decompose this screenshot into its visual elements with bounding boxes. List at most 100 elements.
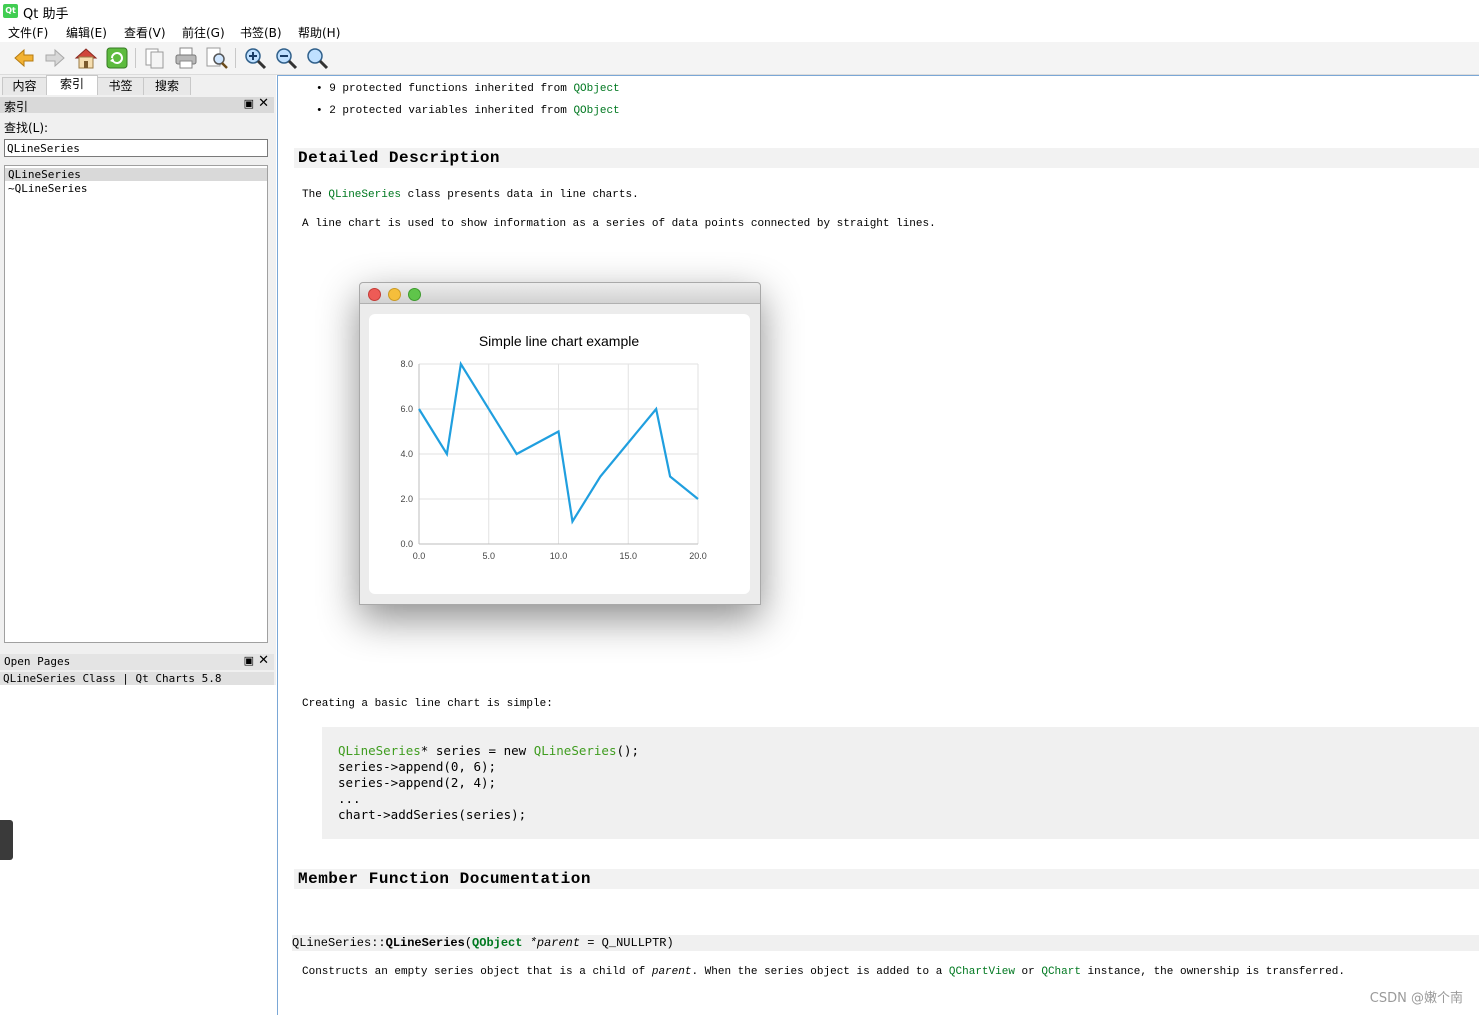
watermark: CSDN @嫩个南 [1370,987,1463,1006]
back-icon[interactable] [11,45,37,71]
mac-window-bar [360,283,760,304]
inherited-text: 9 protected functions inherited from [329,83,573,95]
y-tick-label: 2.0 [400,494,413,504]
list-item[interactable]: ~QLineSeries [5,182,267,195]
left-sidebar: 内容 索引 书签 搜索 索引 ▣ ✕ 查找(L): QLineSeries QL… [0,75,276,1014]
code-block: QLineSeries* series = new QLineSeries();… [322,727,1479,839]
print-icon[interactable] [173,45,199,71]
y-tick-label: 8.0 [400,359,413,369]
desc-text: Constructs an empty series object that i… [302,966,652,978]
x-tick-label: 20.0 [689,551,707,561]
tab-bookmarks[interactable]: 书签 [97,77,144,95]
x-tick-label: 15.0 [619,551,637,561]
intro-text: class presents data in line charts. [401,189,639,201]
find-icon[interactable] [204,45,230,71]
index-dock-header: 索引 ▣ ✕ [0,97,274,113]
tab-index[interactable]: 索引 [46,75,98,95]
code-line: QLineSeries* series = new QLineSeries(); [338,743,639,758]
float-icon[interactable]: ▣ [244,97,254,110]
side-handle[interactable] [0,820,13,860]
zoom-dot-icon [408,288,421,301]
close-icon[interactable]: ✕ [258,96,269,111]
menu-view[interactable]: 查看(V) [124,24,166,41]
zoom-in-icon[interactable] [242,45,268,71]
y-tick-label: 4.0 [400,449,413,459]
line-chart-paragraph: A line chart is used to show information… [302,218,936,230]
chart-card: Simple line chart example 0.0 5.0 10.0 15.0… [369,314,750,594]
code-line: chart->addSeries(series); [338,807,526,822]
qobject-link[interactable]: QObject [472,936,522,950]
window-title: Qt 助手 [23,3,68,22]
find-label: 查找(L): [4,119,48,136]
desc-text: . When the series object is added to a [691,966,948,978]
menu-go[interactable]: 前往(G) [182,24,225,41]
detailed-description-heading: Detailed Description [294,148,1479,168]
menu-file[interactable]: 文件(F) [8,24,48,41]
document-view: • 9 protected functions inherited from Q… [277,75,1479,1015]
qt-app-icon: Qt [3,4,18,18]
constructor-description: Constructs an empty series object that i… [302,966,1345,978]
code-line: series->append(0, 6); [338,759,496,774]
code-type: QLineSeries [338,743,421,758]
sig-class: QLineSeries:: [292,936,386,950]
toolbar-separator [135,48,136,68]
index-dock-title: 索引 [4,98,28,115]
zoom-out-icon[interactable] [273,45,299,71]
code-text: (); [616,743,639,758]
inherited-text: 2 protected variables inherited from [329,105,573,117]
title-bar: Qt Qt 助手 [0,0,1479,22]
constructor-signature: QLineSeries::QLineSeries(QObject *parent… [292,935,1479,951]
tab-search[interactable]: 搜索 [143,77,191,95]
menu-bar: 文件(F) 编辑(E) 查看(V) 前往(G) 书签(B) 帮助(H) [0,22,1479,42]
desc-text: instance, the ownership is transferred. [1081,966,1345,978]
chart-title: Simple line chart example [479,333,640,349]
y-tick-label: 6.0 [400,404,413,414]
menu-bookmarks[interactable]: 书签(B) [240,24,282,41]
index-search-input[interactable]: QLineSeries [4,139,268,157]
sig-param: *parent [522,936,580,950]
qchartview-link[interactable]: QChartView [949,966,1015,978]
basic-chart-paragraph: Creating a basic line chart is simple: [302,698,553,710]
y-tick-label: 0.0 [400,539,413,549]
member-function-heading: Member Function Documentation [294,869,1479,889]
chart-example-image: Simple line chart example 0.0 5.0 10.0 15.0… [359,282,761,605]
intro-text: The [302,189,328,201]
reset-zoom-icon[interactable] [304,45,330,71]
close-dot-icon [368,288,381,301]
qobject-link[interactable]: QObject [573,105,619,117]
sig-rest: = Q_NULLPTR) [580,936,674,950]
code-line: series->append(2, 4); [338,775,496,790]
minimize-dot-icon [388,288,401,301]
home-icon[interactable] [73,45,99,71]
code-line: ... [338,791,361,806]
open-pages-title: Open Pages [4,655,70,668]
open-pages-dock-header: Open Pages ▣ ✕ [0,654,274,670]
open-page-item[interactable]: QLineSeries Class | Qt Charts 5.8 [0,672,274,685]
float-icon[interactable]: ▣ [244,654,254,667]
qlineseries-link[interactable]: QLineSeries [328,189,401,201]
line-chart: Simple line chart example 0.0 5.0 10.0 15.0… [369,314,750,594]
desc-param: parent [652,966,692,978]
sig-name: QLineSeries [386,936,465,950]
sync-icon[interactable] [104,45,130,71]
sig-paren: ( [465,936,472,950]
toolbar-separator [235,48,236,68]
list-item[interactable]: QLineSeries [5,168,267,181]
menu-help[interactable]: 帮助(H) [298,24,340,41]
menu-edit[interactable]: 编辑(E) [66,24,107,41]
tab-contents[interactable]: 内容 [2,77,47,95]
list-item: • 2 protected variables inherited from Q… [316,105,620,117]
intro-paragraph: The QLineSeries class presents data in l… [302,189,639,201]
code-text: * series = new [421,743,534,758]
toolbar [0,42,1479,75]
x-tick-label: 5.0 [482,551,495,561]
qobject-link[interactable]: QObject [573,83,619,95]
index-result-list[interactable]: QLineSeries ~QLineSeries [4,165,268,643]
forward-icon[interactable] [42,45,68,71]
qchart-link[interactable]: QChart [1041,966,1081,978]
x-tick-label: 10.0 [550,551,568,561]
copy-icon[interactable] [142,45,168,71]
close-icon[interactable]: ✕ [258,653,269,668]
open-pages-list: QLineSeries Class | Qt Charts 5.8 [0,685,276,1014]
code-type: QLineSeries [534,743,617,758]
